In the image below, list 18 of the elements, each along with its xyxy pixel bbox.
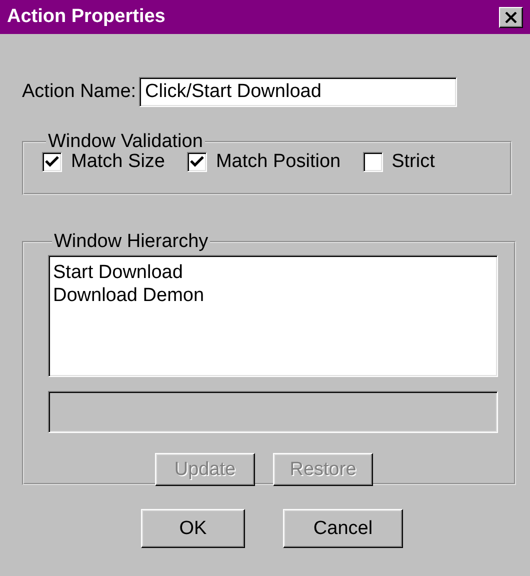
checkbox-label: Match Position [216,151,341,173]
dialog-button[interactable]: Cancel [283,509,403,548]
dialog-button[interactable]: OK [141,509,245,548]
checkbox-label: Match Size [71,151,165,173]
window-title: Action Properties [7,6,166,28]
action-name-field[interactable]: Click/Start Download [139,77,458,107]
close-button[interactable] [499,6,523,28]
list-item[interactable]: Download Demon [53,284,493,307]
checkbox-label: Strict [392,151,435,173]
close-icon [505,12,517,22]
list-item[interactable]: Start Download [53,261,493,284]
group-label: Window Hierarchy [53,231,210,253]
list-box[interactable]: Start Download Download Demon [48,255,498,377]
group-label: Window Validation [47,131,204,153]
checkbox[interactable] [42,152,62,172]
field-label: Action Name: [22,81,136,103]
checkbox[interactable] [186,152,207,172]
checkbox[interactable] [362,152,383,172]
